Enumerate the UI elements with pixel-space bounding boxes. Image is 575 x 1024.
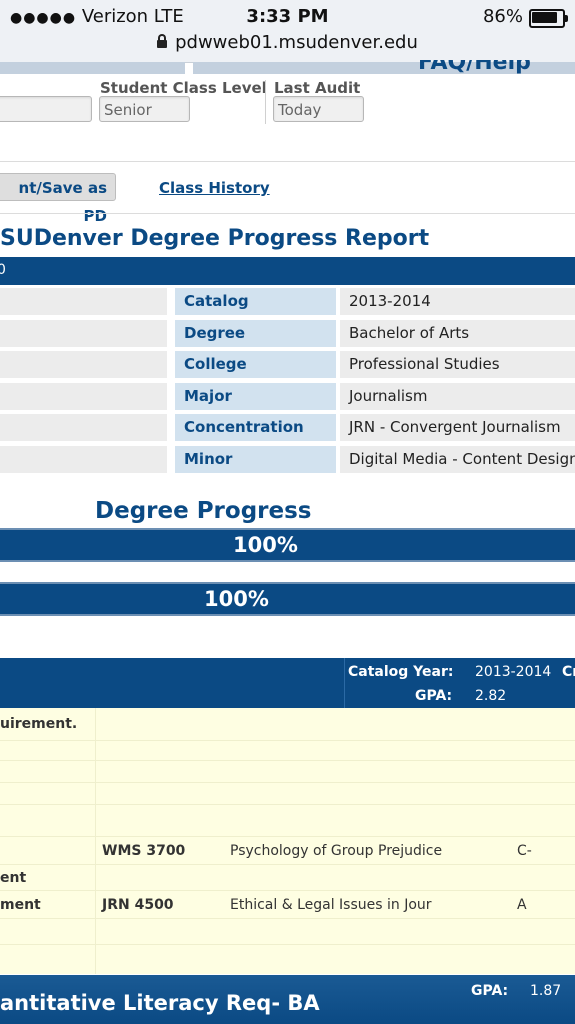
- lock-icon: [157, 34, 168, 48]
- degree-value: Bachelor of Arts: [340, 320, 575, 347]
- info-row-left: [0, 383, 167, 410]
- requirement-panel: [0, 708, 575, 974]
- info-row-left: [0, 446, 167, 473]
- row-line: [0, 760, 575, 761]
- course-left-label: ent: [0, 870, 27, 886]
- student-class-level-label: Student Class Level: [100, 79, 267, 97]
- progress-bar-requirements: 100%: [0, 528, 575, 562]
- degree-progress-title: Degree Progress: [95, 498, 312, 524]
- catalog-year-value: 2013-2014: [475, 664, 552, 680]
- catalog-year-label: Catalog Year:: [348, 664, 454, 680]
- info-row-left: [0, 288, 167, 315]
- course-grade: C-: [517, 843, 532, 859]
- gpa-label: GPA:: [415, 688, 453, 704]
- report-header-text: 0: [0, 262, 6, 278]
- print-save-pdf-button[interactable]: nt/Save as PD: [0, 173, 116, 225]
- student-class-level-field: Senior: [99, 96, 190, 122]
- course-left-label: ment: [0, 897, 41, 913]
- info-row-left: [0, 351, 167, 378]
- major-value: Journalism: [340, 383, 575, 410]
- minor-key: Minor: [175, 446, 336, 473]
- progress-bar-label: 100%: [233, 533, 298, 557]
- requirement-note: uirement.: [0, 716, 78, 732]
- course-title: Ethical & Legal Issues in Jour: [230, 897, 432, 913]
- report-header-bar: 0: [0, 257, 575, 285]
- column-divider: [95, 708, 96, 974]
- class-history-link[interactable]: Class History: [159, 179, 270, 197]
- status-bar: ●●●●● Verizon LTE 3:33 PM 86% pdwweb01.m…: [0, 0, 575, 63]
- header-separator: [344, 658, 345, 708]
- catalog-value: 2013-2014: [340, 288, 575, 315]
- concentration-value: JRN - Convergent Journalism: [340, 414, 575, 441]
- concentration-key: Concentration: [175, 414, 336, 441]
- next-requirement-header[interactable]: antitative Literacy Req- BA GPA: 1.87: [0, 975, 575, 1024]
- gpa-value: 2.82: [475, 688, 507, 704]
- credits-label: Cr: [562, 664, 575, 680]
- row-line: [0, 782, 575, 783]
- address-bar[interactable]: pdwweb01.msudenver.edu: [0, 32, 575, 53]
- next-gpa-label: GPA:: [471, 983, 509, 999]
- battery-icon: [529, 9, 568, 28]
- progress-bar-label: 100%: [204, 587, 269, 611]
- major-key: Major: [175, 383, 336, 410]
- last-audit-label: Last Audit: [274, 79, 361, 97]
- row-line: [0, 944, 575, 945]
- battery-percent: 86%: [482, 6, 523, 27]
- section-divider: [0, 161, 575, 162]
- last-audit-field: Today: [273, 96, 364, 122]
- next-requirement-title: antitative Literacy Req- BA: [0, 991, 320, 1015]
- row-line: [0, 836, 575, 837]
- next-gpa-value: 1.87: [530, 983, 562, 999]
- course-grade: A: [517, 897, 527, 913]
- nav-tab-left[interactable]: [0, 62, 185, 74]
- info-row-left: [0, 414, 167, 441]
- course-title: Psychology of Group Prejudice: [230, 843, 443, 859]
- minor-value: Digital Media - Content Design: [340, 446, 575, 473]
- report-title: SUDenver Degree Progress Report: [0, 226, 430, 251]
- section-divider: [0, 213, 575, 214]
- row-line: [0, 740, 575, 741]
- requirement-header: Catalog Year: 2013-2014 Cr GPA: 2.82: [0, 658, 575, 708]
- degree-key: Degree: [175, 320, 336, 347]
- url-text: pdwweb01.msudenver.edu: [175, 32, 418, 53]
- row-line: [0, 918, 575, 919]
- header-divider: [265, 80, 266, 124]
- college-value: Professional Studies: [340, 351, 575, 378]
- course-code[interactable]: WMS 3700: [102, 843, 185, 859]
- college-key: College: [175, 351, 336, 378]
- progress-bar-credits: 100%: [0, 582, 575, 616]
- student-name-field: [0, 96, 92, 122]
- info-row-left: [0, 320, 167, 347]
- row-line: [0, 804, 575, 805]
- row-line: [0, 890, 575, 891]
- row-line: [0, 864, 575, 865]
- course-code[interactable]: JRN 4500: [102, 897, 174, 913]
- catalog-key: Catalog: [175, 288, 336, 315]
